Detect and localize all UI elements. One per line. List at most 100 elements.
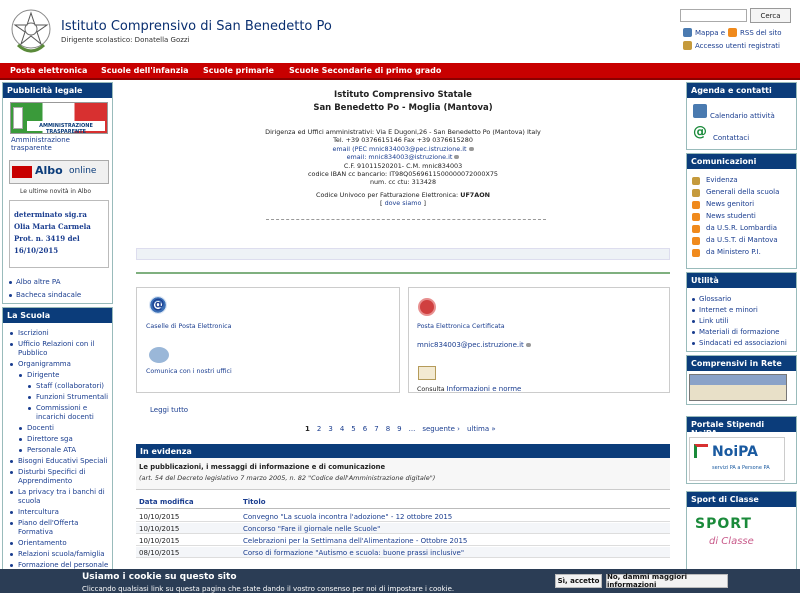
main-content: Istituto Comprensivo Statale San Benedet…	[136, 82, 670, 593]
scuola-link[interactable]: Personale ATA	[27, 446, 76, 454]
comunicazioni-item: Generali della scuola	[692, 188, 796, 200]
leggi-tutto-link[interactable]: Leggi tutto	[150, 406, 188, 414]
caselle-posta-link[interactable]: Caselle di Posta Elettronica	[146, 323, 231, 330]
comunicazioni-link[interactable]: da U.S.R. Lombardia	[706, 224, 777, 232]
contattaci-link[interactable]: Contattaci	[713, 134, 749, 142]
amministrazione-trasparente-link[interactable]: Amministrazione trasparente	[11, 136, 112, 152]
scuola-link[interactable]: Bisogni Educativi Speciali	[18, 457, 107, 465]
scuola-menu-item: Funzioni Strumentali	[8, 393, 112, 402]
scuola-link[interactable]: Iscrizioni	[18, 329, 49, 337]
utilita-link[interactable]: Link utili	[699, 317, 729, 325]
pec-title-link[interactable]: Posta Elettronica Certificata	[417, 323, 505, 330]
site-title[interactable]: Istituto Comprensivo di San Benedetto Po	[61, 19, 332, 34]
pec-email-link[interactable]: mnic834003@pec.istruzione.it	[417, 341, 524, 349]
nav-scuole-primarie[interactable]: Scuole primarie	[203, 66, 274, 75]
albo-online-banner[interactable]: Albo online	[9, 160, 109, 184]
info-pec[interactable]: email (PEC mnic834003@pec.istruzione.it	[332, 145, 466, 153]
comunicazioni-link[interactable]: da U.S.T. di Mantova	[706, 236, 778, 244]
page-link[interactable]: 5	[351, 425, 355, 433]
bacheca-sindacale-link[interactable]: Bacheca sindacale	[16, 291, 81, 299]
comprensivi-banner[interactable]	[689, 374, 787, 401]
scuola-link[interactable]: Staff (collaboratori)	[36, 382, 104, 390]
cookie-more-info-button[interactable]: No, dammi maggiori informazioni	[606, 573, 728, 589]
info-phone: Tel. +39 0376615146 Fax +39 0376615280	[333, 136, 473, 145]
row-title-link[interactable]: Celebrazioni per la Settimana dell'Alime…	[243, 537, 467, 545]
nav-posta-elettronica[interactable]: Posta elettronica	[10, 66, 87, 75]
calendario-link[interactable]: Calendario attività	[710, 112, 775, 120]
nav-scuole-infanzia[interactable]: Scuole dell'infanzia	[101, 66, 189, 75]
page-link[interactable]: seguente ›	[422, 425, 460, 433]
rss-icon	[692, 225, 700, 233]
scuola-link[interactable]: Orientamento	[18, 539, 67, 547]
page-link[interactable]: 8	[386, 425, 390, 433]
comunicazioni-item: Evidenza	[692, 176, 796, 188]
cookie-accept-button[interactable]: Sì, accetto	[555, 574, 602, 588]
page-link[interactable]: 4	[340, 425, 344, 433]
search-input[interactable]	[680, 9, 747, 22]
mail-icon	[468, 146, 474, 151]
informazioni-norme-link[interactable]: Informazioni e norme	[447, 385, 522, 393]
albo-ticker-item[interactable]: determinato sig.ra Olia Maria Carmela Pr…	[14, 210, 91, 255]
scuola-menu-item: Commissioni e incarichi docenti	[8, 404, 112, 422]
comunicazioni-link[interactable]: Generali della scuola	[706, 188, 779, 196]
rss-link[interactable]: RSS del sito	[740, 29, 782, 37]
scuola-link[interactable]: Formazione del personale	[18, 561, 108, 569]
italian-emblem-logo[interactable]	[8, 5, 54, 59]
comunicazioni-link[interactable]: Evidenza	[706, 176, 738, 184]
school-name: Istituto Comprensivo Statale	[334, 90, 472, 100]
col-title-header[interactable]: Titolo	[243, 498, 266, 506]
scuola-link[interactable]: Direttore sga	[27, 435, 73, 443]
page-link[interactable]: 3	[328, 425, 332, 433]
scuola-link[interactable]: Disturbi Specifici di Apprendimento	[18, 468, 85, 485]
page-link[interactable]: 7	[374, 425, 378, 433]
comunica-uffici-link[interactable]: Comunica con i nostri uffici	[146, 368, 232, 375]
page-link[interactable]: ultima »	[467, 425, 496, 433]
utilita-link[interactable]: Internet e minori	[699, 306, 758, 314]
scuola-link[interactable]: Docenti	[27, 424, 54, 432]
evidenza-description: Le pubblicazioni, i messaggi di informaz…	[136, 458, 670, 490]
page-link: ...	[408, 425, 416, 433]
comunicazioni-link[interactable]: da Ministero P.I.	[706, 248, 761, 256]
school-place: San Benedetto Po - Moglia (Mantova)	[313, 103, 493, 113]
utilita-link[interactable]: Materiali di formazione	[699, 328, 779, 336]
document-icon	[418, 366, 436, 380]
scuola-link[interactable]: Ufficio Relazioni con il Pubblico	[18, 340, 94, 357]
dove-siamo-link[interactable]: dove siamo	[385, 199, 422, 207]
scuola-link[interactable]: Funzioni Strumentali	[36, 393, 108, 401]
scuola-link[interactable]: Commissioni e incarichi docenti	[36, 404, 94, 421]
sitemap-link[interactable]: Mappa e	[695, 29, 725, 37]
utilita-link[interactable]: Sindacati ed associazioni	[699, 339, 787, 347]
noipa-banner[interactable]: NoiPA servizi PA a Persone PA	[689, 437, 785, 481]
comunicazioni-list: Evidenza Generali della scuola News genito…	[692, 176, 796, 260]
nav-scuole-secondarie[interactable]: Scuole Secondarie di primo grado	[289, 66, 441, 75]
row-title-link[interactable]: Convegno "La scuola incontra l'adozione"…	[243, 513, 452, 521]
info-email[interactable]: email: mnic834003@istruzione.it	[347, 153, 453, 161]
scuola-link[interactable]: Dirigente	[27, 371, 59, 379]
comunicazioni-link[interactable]: News studenti	[706, 212, 756, 220]
registered-users-link[interactable]: Accesso utenti registrati	[695, 42, 780, 50]
sport-banner[interactable]: SPORT di Classe	[693, 514, 775, 564]
bullet-icon	[10, 460, 13, 463]
albo-altre-pa-link[interactable]: Albo altre PA	[16, 278, 60, 286]
bullet-icon	[10, 491, 13, 494]
amministrazione-trasparente-banner[interactable]: AMMINISTRAZIONE TRASPARENTE	[10, 102, 108, 135]
scuola-link[interactable]: Piano dell'Offerta Formativa	[18, 519, 78, 536]
info-cf: C.F. 91011520201- C.M. mnic834003	[343, 161, 463, 170]
utilita-link[interactable]: Glossario	[699, 295, 731, 303]
scuola-link[interactable]: Relazioni scuola/famiglia	[18, 550, 105, 558]
page-link[interactable]: 6	[363, 425, 367, 433]
news-icon	[692, 189, 700, 197]
row-title-link[interactable]: Concorso "Fare il giornale nelle Scuole"	[243, 525, 380, 533]
scuola-link[interactable]: La privacy tra i banchi di scuola	[18, 488, 105, 505]
table-row: 10/10/2015 Concorso "Fare il giornale nel…	[136, 523, 670, 534]
page-current[interactable]: 1	[305, 425, 310, 433]
comunicazioni-link[interactable]: News genitori	[706, 200, 754, 208]
search-button[interactable]: Cerca	[750, 8, 791, 23]
page-link[interactable]: 9	[397, 425, 401, 433]
scuola-link[interactable]: Organigramma	[18, 360, 71, 368]
col-date-header[interactable]: Data modifica	[139, 498, 194, 506]
page-link[interactable]: 2	[317, 425, 321, 433]
cookie-banner: Usiamo i cookie su questo sito Cliccando…	[0, 569, 800, 593]
scuola-link[interactable]: Intercultura	[18, 508, 59, 516]
row-title-link[interactable]: Corso di formazione "Autismo e scuola: b…	[243, 549, 464, 557]
